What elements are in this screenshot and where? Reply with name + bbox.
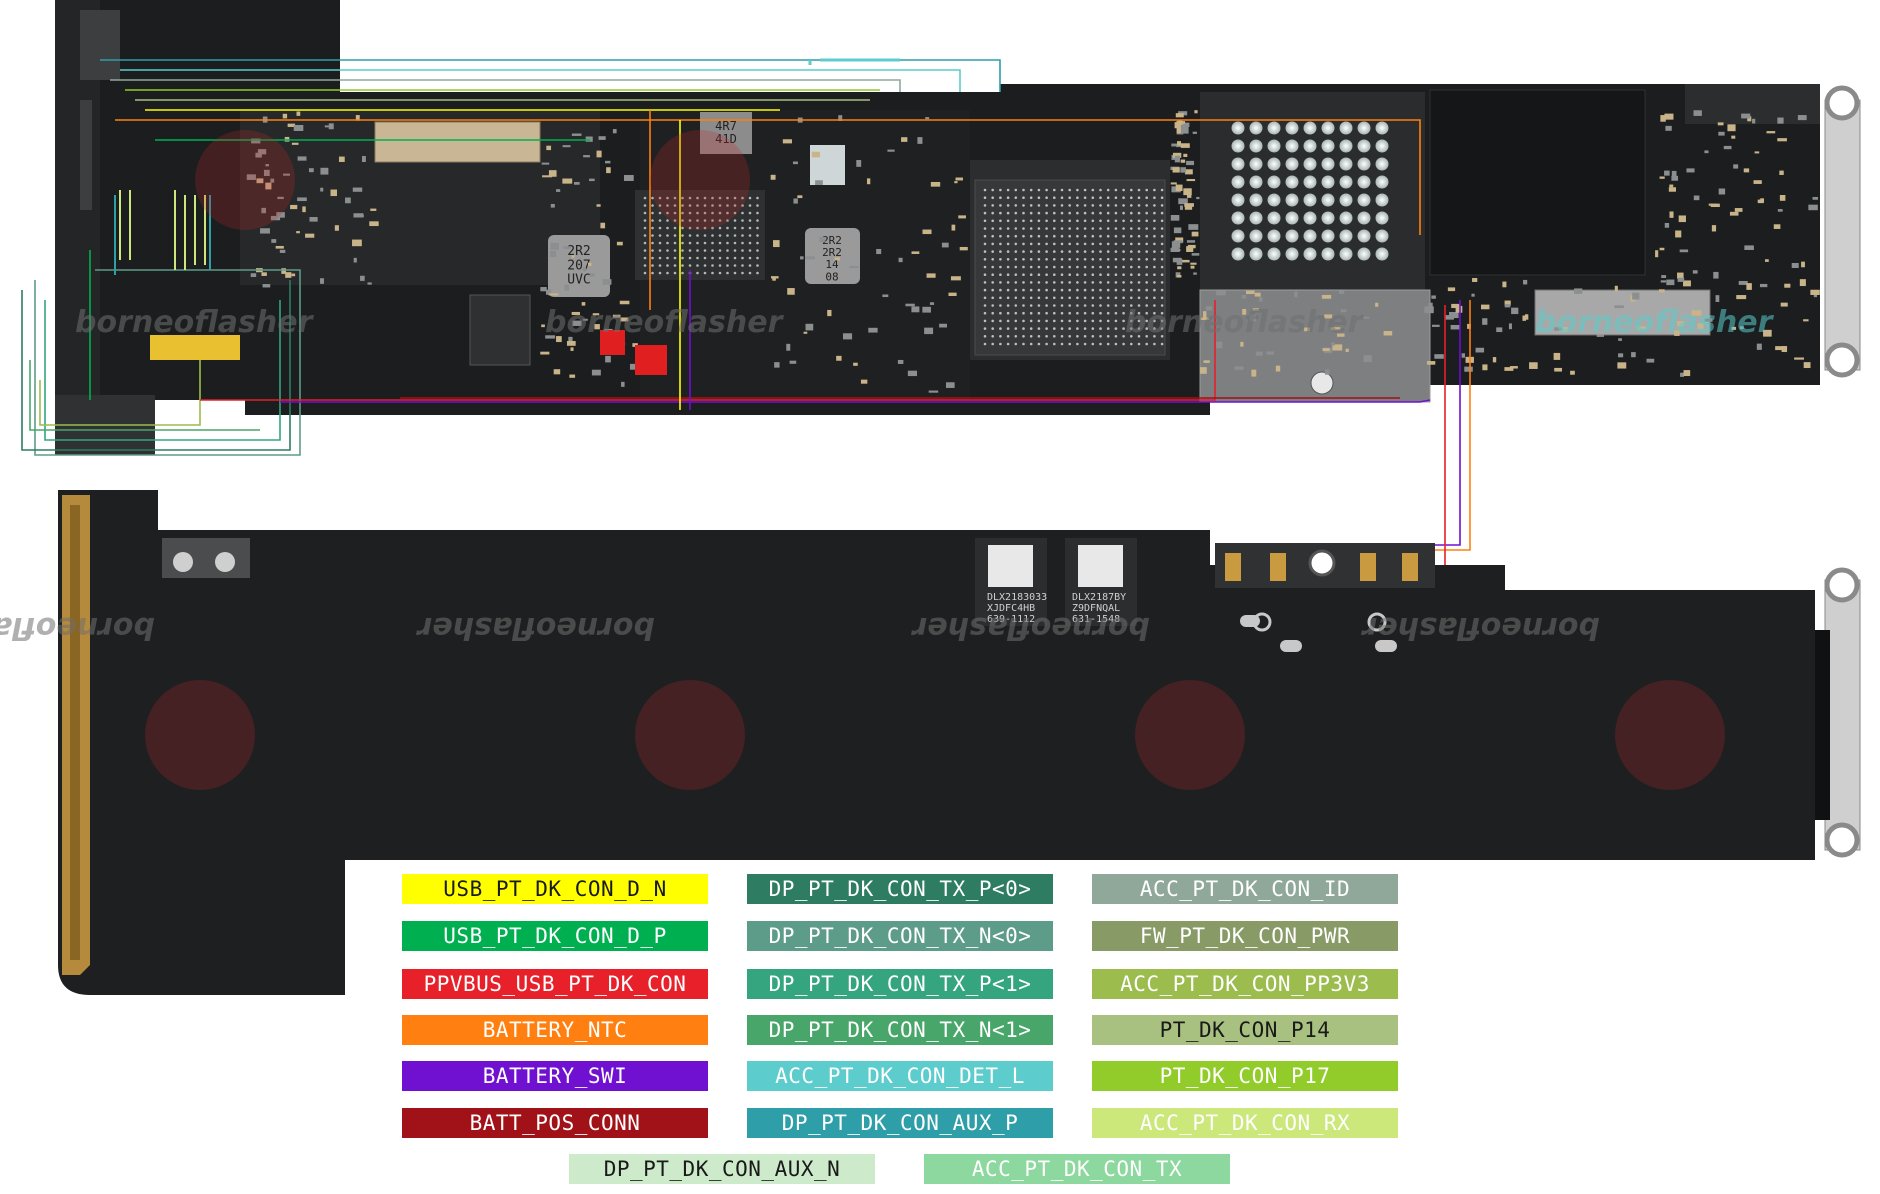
legend-item-pt-dk-con-p14: PT_DK_CON_P14 xyxy=(1092,1015,1398,1045)
legend-item-battery-ntc: BATTERY_NTC xyxy=(402,1015,708,1045)
chips-inductor_b-text: 2R2 207 UVC xyxy=(567,244,590,288)
mount-bracket-bottom xyxy=(1824,579,1861,851)
legend-item-ppvbus-usb-pt-dk-con: PPVBUS_USB_PT_DK_CON xyxy=(402,969,708,999)
watermark-text: borneoflasher xyxy=(75,305,315,340)
legend-item-dp-pt-dk-con-tx-p-0: DP_PT_DK_CON_TX_P<0> xyxy=(747,874,1053,904)
watermark-text: borneoflasher xyxy=(910,610,1150,645)
legend-item-acc-pt-dk-con-rx: ACC_PT_DK_CON_RX xyxy=(1092,1108,1398,1138)
legend-item-acc-pt-dk-con-det-l: ACC_PT_DK_CON_DET_L xyxy=(747,1061,1053,1091)
nand-chip xyxy=(1429,89,1646,276)
legend-item-pt-dk-con-p17: PT_DK_CON_P17 xyxy=(1092,1061,1398,1091)
bottom-board: DLX2183033 XJDFC4HB 639-1112 DLX2187BY Z9DF… xyxy=(58,490,1861,995)
watermark-text: borneoflasher xyxy=(1360,610,1600,645)
legend-item-dp-pt-dk-con-aux-n: DP_PT_DK_CON_AUX_N xyxy=(569,1154,875,1184)
legend-item-usb-pt-dk-con-d-p: USB_PT_DK_CON_D_P xyxy=(402,921,708,951)
top-board: 4R741D 2R2207UVC 2R22R21408 xyxy=(55,0,1861,455)
watermark-text: borneoflasher xyxy=(415,610,655,645)
ribbon-connector-top xyxy=(80,10,120,80)
legend-item-acc-pt-dk-con-tx: ACC_PT_DK_CON_TX xyxy=(924,1154,1230,1184)
legend-item-dp-pt-dk-con-tx-n-0: DP_PT_DK_CON_TX_N<0> xyxy=(747,921,1053,951)
legend-item-dp-pt-dk-con-aux-p: DP_PT_DK_CON_AUX_P xyxy=(747,1108,1053,1138)
legend-item-acc-pt-dk-con-pp3v3: ACC_PT_DK_CON_PP3V3 xyxy=(1092,969,1398,999)
watermark-text: borneoflasher xyxy=(1125,305,1365,340)
legend-item-dp-pt-dk-con-tx-p-1: DP_PT_DK_CON_TX_P<1> xyxy=(747,969,1053,999)
legend-item-dp-pt-dk-con-tx-n-1: DP_PT_DK_CON_TX_N<1> xyxy=(747,1015,1053,1045)
ribbon-connector-left xyxy=(80,100,92,210)
legend-item-batt-pos-conn: BATT_POS_CONN xyxy=(402,1108,708,1138)
legend-item-fw-pt-dk-con-pwr: FW_PT_DK_CON_PWR xyxy=(1092,921,1398,951)
small-connector xyxy=(469,294,531,366)
top-connector xyxy=(374,121,541,163)
watermark-text: borneoflasher xyxy=(545,305,785,340)
legend-item-usb-pt-dk-con-d-n: USB_PT_DK_CON_D_N xyxy=(402,874,708,904)
legend-item-battery-swi: BATTERY_SWI xyxy=(402,1061,708,1091)
legend-item-acc-pt-dk-con-id: ACC_PT_DK_CON_ID xyxy=(1092,874,1398,904)
watermark-text: borneoflasher xyxy=(1535,305,1775,340)
watermark-text: borneoflasher xyxy=(0,610,155,645)
mount-bracket-top xyxy=(1824,99,1861,371)
